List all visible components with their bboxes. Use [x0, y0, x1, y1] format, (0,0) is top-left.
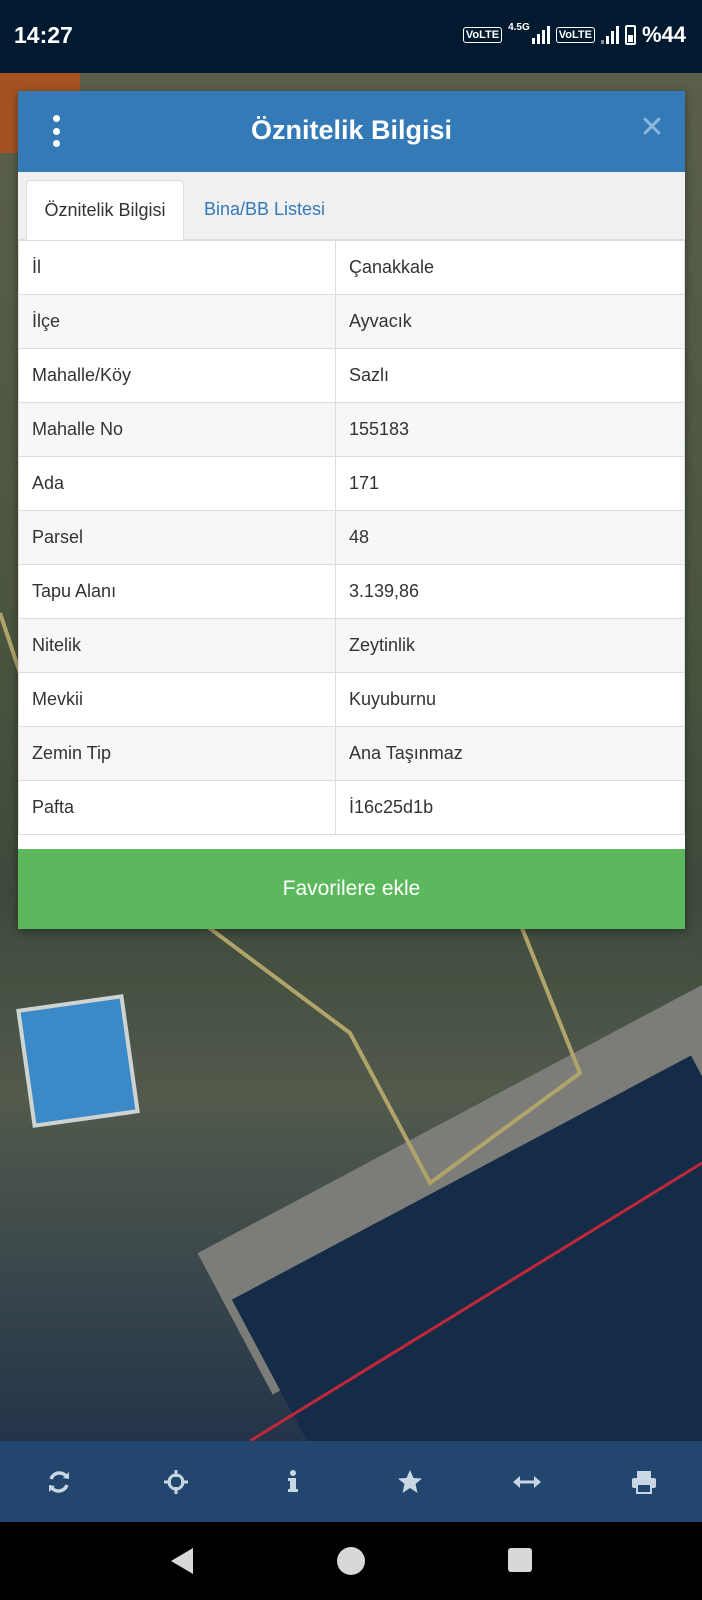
- recent-apps-icon[interactable]: [508, 1548, 532, 1572]
- volte-badge-2: VoLTE: [555, 27, 595, 43]
- table-row: Tapu Alanı 3.139,86: [18, 564, 685, 619]
- table-row: İl Çanakkale: [18, 240, 685, 295]
- system-nav-bar: [0, 1522, 702, 1600]
- attr-value: İ16c25d1b: [335, 780, 685, 835]
- attr-value: Sazlı: [335, 348, 685, 403]
- signal-icon-2: [600, 26, 619, 44]
- status-time: 14:27: [14, 22, 73, 48]
- info-icon[interactable]: [273, 1462, 313, 1502]
- status-icons: VoLTE 4.5G VoLTE %44: [462, 21, 686, 48]
- attr-value: Zeytinlik: [335, 618, 685, 673]
- table-row: Pafta İ16c25d1b: [18, 780, 685, 835]
- star-icon[interactable]: [390, 1462, 430, 1502]
- print-icon[interactable]: [624, 1462, 664, 1502]
- table-row: Mevkii Kuyuburnu: [18, 672, 685, 727]
- attr-value: Ana Taşınmaz: [335, 726, 685, 781]
- attr-key: Mevkii: [18, 672, 336, 727]
- attr-value: 48: [335, 510, 685, 565]
- table-row: Mahalle/Köy Sazlı: [18, 348, 685, 403]
- network-type: 4.5G: [508, 21, 530, 33]
- attr-value: 3.139,86: [335, 564, 685, 619]
- battery-icon: [624, 25, 636, 45]
- close-icon[interactable]: ✕: [637, 113, 667, 143]
- dialog-header: Öznitelik Bilgisi ✕: [18, 91, 685, 172]
- attr-value: Kuyuburnu: [335, 672, 685, 727]
- volte-badge-1: VoLTE: [462, 27, 503, 43]
- attr-key: Ada: [18, 456, 336, 511]
- refresh-icon[interactable]: [39, 1462, 79, 1502]
- table-row: Ada 171: [18, 456, 685, 511]
- attribute-table: İl Çanakkale İlçe Ayvacık Mahalle/Köy Sazlı…: [18, 240, 685, 835]
- attr-key: Zemin Tip: [18, 726, 336, 781]
- attr-key: İl: [18, 240, 336, 295]
- home-icon[interactable]: [337, 1547, 365, 1575]
- table-row: İlçe Ayvacık: [18, 294, 685, 349]
- attr-key: Tapu Alanı: [18, 564, 336, 619]
- add-favorite-button[interactable]: Favorilere ekle: [18, 849, 685, 929]
- attr-value: Ayvacık: [335, 294, 685, 349]
- attr-value: 155183: [335, 402, 685, 457]
- attr-key: Nitelik: [18, 618, 336, 673]
- table-row: Zemin Tip Ana Taşınmaz: [18, 726, 685, 781]
- attr-value: Çanakkale: [335, 240, 685, 295]
- table-row: Nitelik Zeytinlik: [18, 618, 685, 673]
- attribute-dialog: Öznitelik Bilgisi ✕ Öznitelik Bilgisi Bi…: [18, 91, 685, 929]
- attr-key: İlçe: [18, 294, 336, 349]
- attr-value: 171: [335, 456, 685, 511]
- tab-attribute-info[interactable]: Öznitelik Bilgisi: [26, 180, 184, 240]
- tab-building-list[interactable]: Bina/BB Listesi: [190, 180, 339, 240]
- map-toolbar: [0, 1441, 702, 1522]
- table-row: Parsel 48: [18, 510, 685, 565]
- measure-icon[interactable]: [507, 1462, 547, 1502]
- attr-key: Parsel: [18, 510, 336, 565]
- signal-icon-1: [531, 26, 550, 44]
- back-icon[interactable]: [171, 1548, 193, 1574]
- attr-key: Pafta: [18, 780, 336, 835]
- dialog-title: Öznitelik Bilgisi: [250, 115, 453, 145]
- table-row: Mahalle No 155183: [18, 402, 685, 457]
- crosshair-icon[interactable]: [156, 1462, 196, 1502]
- status-bar: 14:27 VoLTE 4.5G VoLTE %44: [0, 0, 702, 73]
- attr-key: Mahalle/Köy: [18, 348, 336, 403]
- attr-key: Mahalle No: [18, 402, 336, 457]
- dialog-tabs: Öznitelik Bilgisi Bina/BB Listesi: [18, 172, 685, 240]
- battery-level: %44: [641, 22, 686, 47]
